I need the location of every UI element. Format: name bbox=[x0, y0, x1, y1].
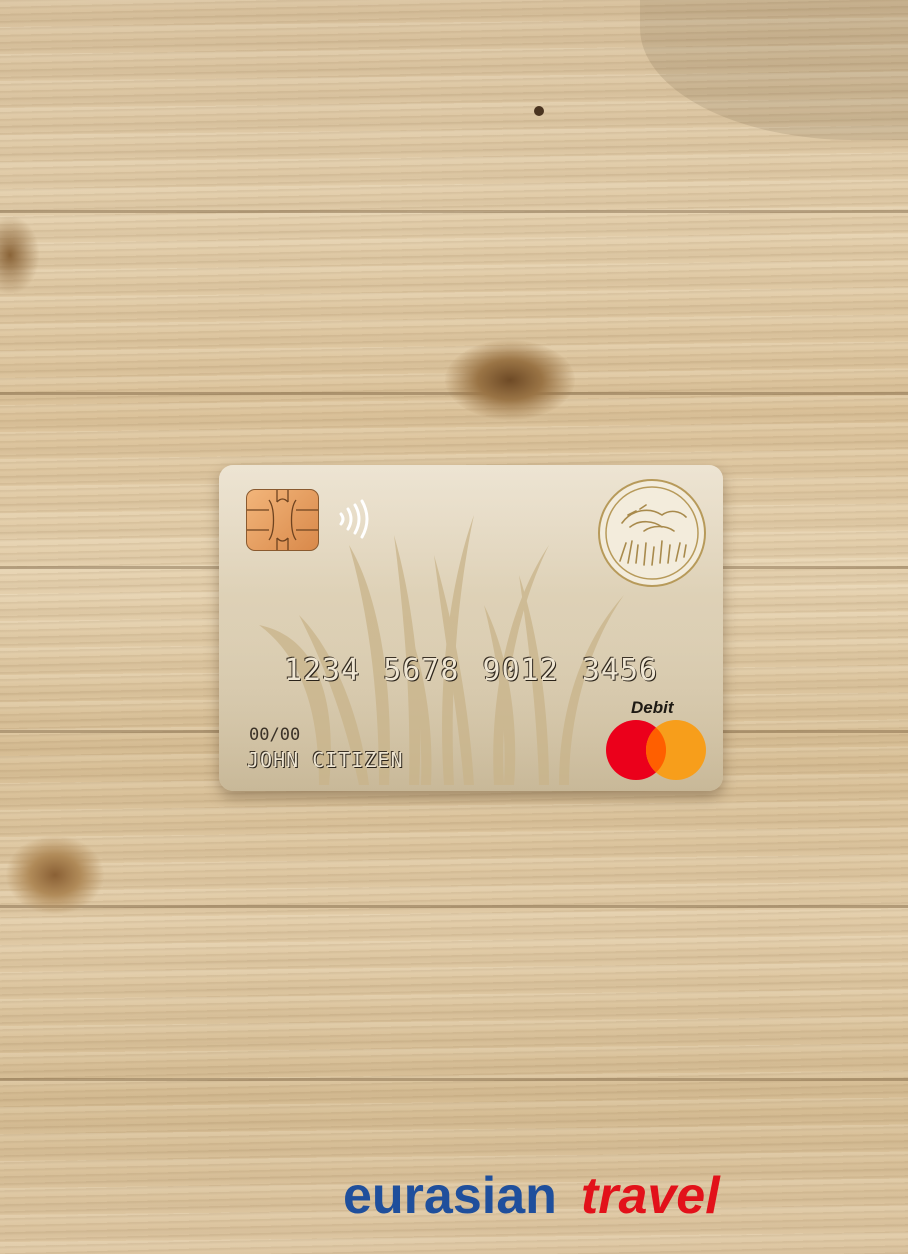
shadow-area bbox=[640, 0, 908, 140]
emv-chip-icon bbox=[246, 489, 319, 551]
eurasian-travel-watermark: eurasian travel bbox=[343, 1170, 720, 1222]
contactless-icon bbox=[339, 499, 369, 539]
board-seam bbox=[0, 210, 908, 213]
watermark-word-eurasian: eurasian bbox=[343, 1167, 557, 1225]
board-seam bbox=[0, 905, 908, 908]
wood-knot bbox=[5, 835, 105, 915]
mastercard-logo-icon bbox=[606, 720, 706, 780]
bird-seal-icon bbox=[598, 479, 706, 587]
wood-knot bbox=[445, 340, 575, 420]
cardholder-name: JOHN CITIZEN bbox=[247, 748, 404, 772]
debit-card: 1234 5678 9012 3456 00/00 JOHN CITIZEN D… bbox=[219, 465, 723, 791]
card-expiry: 00/00 bbox=[249, 725, 301, 745]
card-number: 1234 5678 9012 3456 bbox=[283, 653, 659, 688]
board-seam bbox=[0, 1078, 908, 1081]
debit-label: Debit bbox=[631, 698, 674, 717]
wood-knot bbox=[0, 215, 40, 295]
watermark-word-travel: travel bbox=[580, 1167, 720, 1225]
wood-knot bbox=[534, 106, 544, 116]
